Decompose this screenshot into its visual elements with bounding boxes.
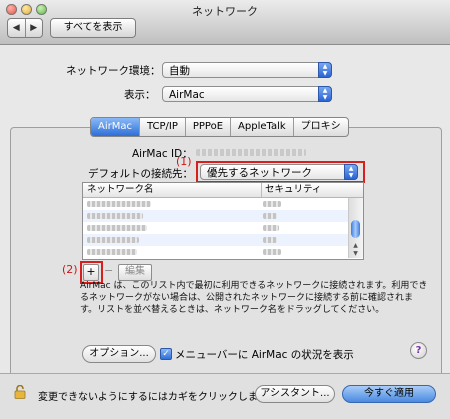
list-row[interactable] (83, 246, 348, 258)
list-row[interactable] (83, 222, 348, 234)
show-popup[interactable]: AirMac ▲ ▼ (162, 86, 332, 102)
column-security[interactable]: セキュリティ (261, 183, 321, 197)
default-join-popup[interactable]: 優先するネットワーク ▲ ▼ (200, 164, 358, 180)
show-label: 表示： (124, 89, 156, 101)
tab-airmac[interactable]: AirMac (91, 118, 140, 136)
scroll-up-arrow-icon[interactable]: ▲ (351, 242, 360, 249)
window-title: ネットワーク (192, 5, 258, 18)
list-row[interactable] (83, 234, 348, 246)
show-value: AirMac (169, 89, 205, 101)
remove-network-button[interactable]: − (104, 264, 113, 277)
lock-icon[interactable] (14, 385, 26, 399)
preferred-networks-list[interactable]: ネットワーク名 セキュリティ ▲ ▼ (82, 182, 364, 260)
lock-instructions: 変更できないようにするにはカギをクリックします。 (38, 392, 277, 403)
scroll-thumb[interactable] (351, 220, 360, 238)
popup-arrows-icon: ▲ ▼ (344, 164, 358, 180)
tab-tcpip[interactable]: TCP/IP (140, 118, 186, 136)
tab-bar: AirMac TCP/IP PPPoE AppleTalk プロキシ (90, 117, 349, 137)
column-network-name[interactable]: ネットワーク名 (87, 183, 154, 197)
location-popup[interactable]: 自動 ▲ ▼ (162, 62, 332, 78)
options-button[interactable]: オプション... (82, 345, 156, 363)
show-all-button[interactable]: すべてを表示 (50, 18, 136, 38)
annotation-2: (2) (62, 263, 78, 276)
annotation-1: (1) (176, 155, 192, 168)
default-join-label: デフォルトの接続先： (88, 168, 193, 180)
list-header: ネットワーク名 セキュリティ (83, 183, 363, 198)
menubar-status-checkbox[interactable]: ✓ (160, 348, 172, 360)
apply-now-button[interactable]: 今すぐ適用 (342, 385, 436, 403)
location-label: ネットワーク環境： (66, 65, 161, 77)
scroll-down-arrow-icon[interactable]: ▼ (351, 250, 360, 257)
location-value: 自動 (169, 65, 190, 77)
list-scrollbar[interactable]: ▲ ▼ (348, 198, 363, 258)
list-row[interactable] (83, 198, 348, 210)
list-row[interactable] (83, 210, 348, 222)
airmac-description: AirMac は、このリスト内で最初に利用できるネットワークに接続されます。利用… (80, 281, 428, 315)
tab-pppoe[interactable]: PPPoE (186, 118, 232, 136)
back-arrow-icon[interactable]: ◀ (8, 19, 26, 37)
window-titlebar: ネットワーク ◀ ▶ すべてを表示 (0, 0, 450, 45)
add-network-button[interactable]: + (83, 264, 99, 281)
help-button[interactable]: ? (410, 342, 427, 359)
default-join-value: 優先するネットワーク (207, 167, 312, 179)
popup-arrows-icon: ▲ ▼ (318, 86, 332, 102)
edit-network-button[interactable]: 編集 (118, 264, 152, 281)
assistant-button[interactable]: アシスタント... (255, 385, 335, 403)
back-forward-control: ◀ ▶ (7, 18, 43, 38)
tab-proxy[interactable]: プロキシ (294, 118, 348, 136)
menubar-status-label: メニューバーに AirMac の状況を表示 (175, 349, 354, 361)
popup-arrows-icon: ▲ ▼ (318, 62, 332, 78)
airmac-id-value (196, 149, 306, 156)
tab-appletalk[interactable]: AppleTalk (231, 118, 294, 136)
forward-arrow-icon[interactable]: ▶ (26, 19, 43, 37)
